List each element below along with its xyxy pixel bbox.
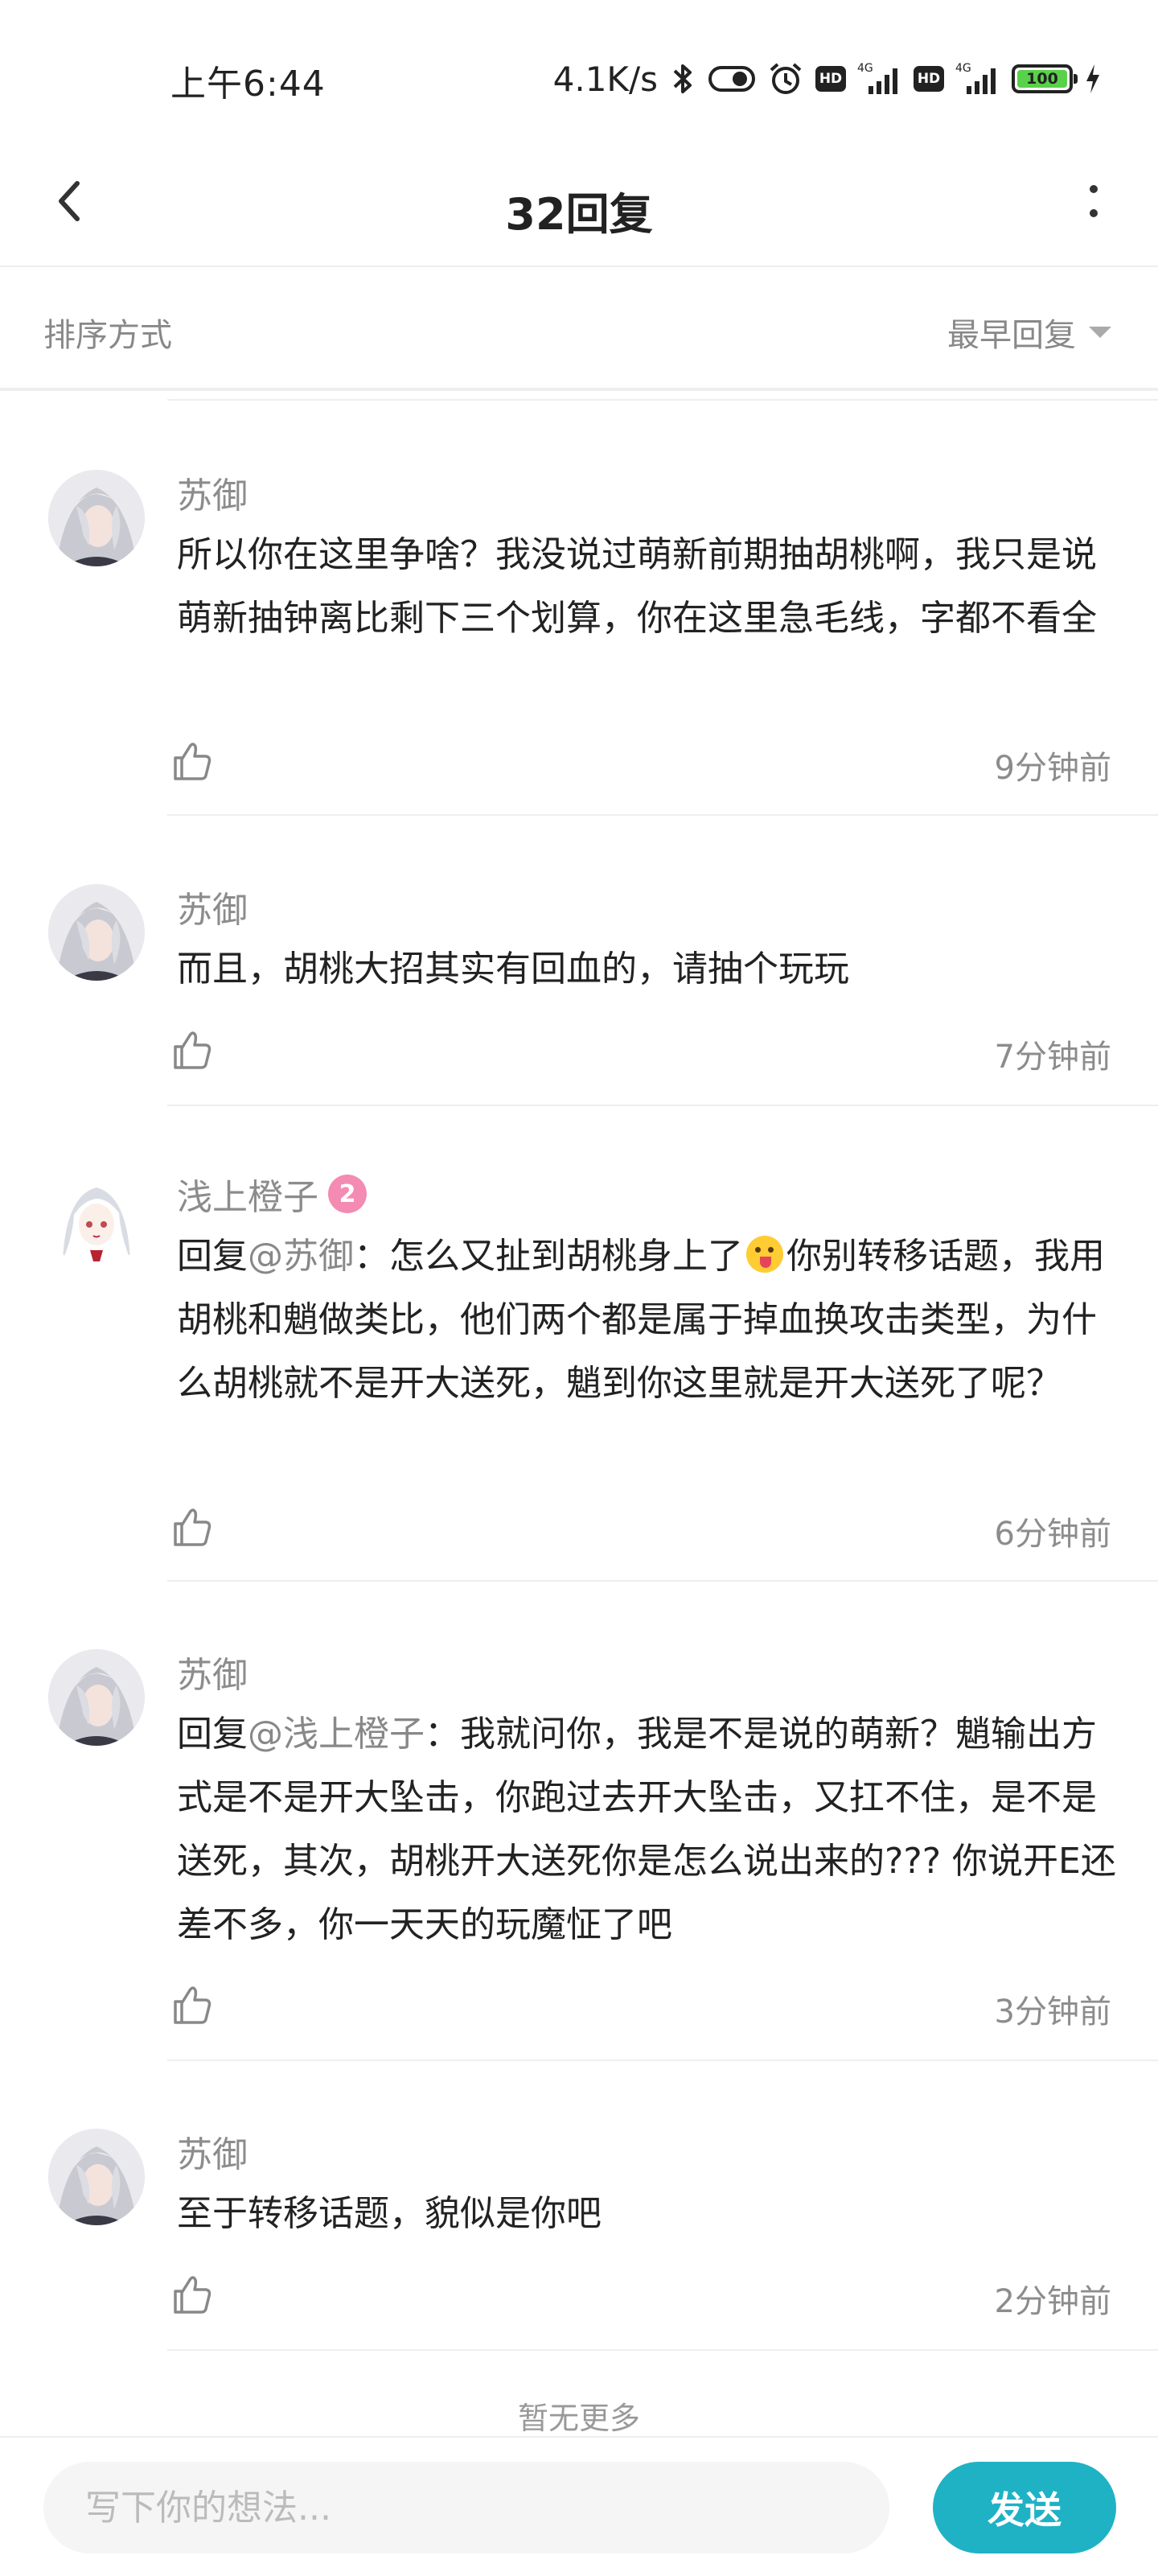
thumbs-up-icon xyxy=(174,743,211,780)
battery-icon: 100 xyxy=(1012,64,1078,93)
alarm-icon xyxy=(767,60,804,97)
status-bar: 上午6:44 4.1K/s HD 4G HD 4G 100 xyxy=(0,0,1158,153)
comment-author[interactable]: 浅上橙子 2 xyxy=(177,1168,367,1220)
reply-input-bar: 发送 xyxy=(0,2436,1158,2576)
avatar[interactable] xyxy=(48,1649,145,1746)
comment-author[interactable]: 苏御 xyxy=(177,1646,248,1697)
comment-text: 至于转移话题，貌似是你吧 xyxy=(177,2193,602,2234)
page-title: 32回复 xyxy=(505,189,653,240)
level-badge: 2 xyxy=(328,1175,367,1213)
comment-time: 3分钟前 xyxy=(994,1994,1111,2031)
author-name[interactable]: 苏御 xyxy=(177,467,248,518)
reply-input[interactable] xyxy=(43,2462,889,2553)
like-button[interactable] xyxy=(169,739,214,784)
divider xyxy=(167,2060,1158,2061)
thumbs-up-icon xyxy=(174,1508,211,1546)
network-speed: 4.1K/s xyxy=(552,59,658,99)
toggle-icon xyxy=(708,63,756,95)
more-vertical-icon xyxy=(1090,185,1098,217)
comment-time: 2分钟前 xyxy=(994,2283,1111,2320)
hd-icon: HD xyxy=(914,66,944,92)
avatar-image xyxy=(48,2129,145,2225)
svg-text:4G: 4G xyxy=(955,62,971,75)
avatar[interactable] xyxy=(48,884,145,981)
sort-label: 排序方式 xyxy=(43,317,172,354)
comment-author[interactable]: 苏御 xyxy=(177,881,248,932)
divider xyxy=(167,399,1158,401)
comment-time: 9分钟前 xyxy=(994,750,1111,787)
divider xyxy=(167,814,1158,816)
divider xyxy=(167,1105,1158,1106)
comment-text: 所以你在这里争啥？我没说过萌新前期抽胡桃啊，我只是说萌新抽钟离比剩下三个划算，你… xyxy=(177,534,1097,639)
sort-value-text: 最早回复 xyxy=(947,317,1076,354)
like-button[interactable] xyxy=(169,1982,214,2027)
sort-dropdown[interactable]: 最早回复 xyxy=(947,309,1111,356)
no-more-label: 暂无更多 xyxy=(517,2401,640,2436)
thumbs-up-icon xyxy=(174,1986,211,2024)
author-name[interactable]: 苏御 xyxy=(177,1646,248,1697)
divider xyxy=(167,2349,1158,2351)
more-button[interactable] xyxy=(1062,169,1126,233)
comment-item: 苏御 而且，胡桃大招其实有回血的，请抽个玩玩 7分钟前 xyxy=(0,873,1158,1106)
like-button[interactable] xyxy=(169,1504,214,1549)
avatar-image xyxy=(48,1171,145,1268)
avatar-image xyxy=(48,470,145,566)
avatar-image xyxy=(48,1649,145,1746)
battery-level: 100 xyxy=(1017,70,1067,88)
author-name[interactable]: 苏御 xyxy=(177,2125,248,2177)
status-time: 上午6:44 xyxy=(170,64,326,105)
signal-4g-icon: 4G xyxy=(857,60,902,97)
title-bar: 32回复 xyxy=(0,137,1158,267)
comment-item: 浅上橙子 2 回复@苏御：怎么又扯到胡桃身上了 你别转移话题，我用胡桃和魈做类比，… xyxy=(0,1160,1158,1586)
comment-text: 回复@浅上橙子：我就问你，我是不是说的萌新？魈输出方式是不是开大坠击，你跑过去开… xyxy=(177,1702,1118,1957)
charging-icon xyxy=(1084,63,1102,95)
avatar[interactable] xyxy=(48,1171,145,1268)
author-name[interactable]: 苏御 xyxy=(177,881,248,932)
divider xyxy=(167,1580,1158,1582)
comment-time: 7分钟前 xyxy=(994,1039,1111,1076)
comment-text-part: ：怎么又扯到胡桃身上了 xyxy=(354,1236,743,1277)
comment-item: 苏御 所以你在这里争啥？我没说过萌新前期抽胡桃啊，我只是说萌新抽钟离比剩下三个划… xyxy=(0,459,1158,817)
avatar-image xyxy=(48,884,145,981)
comment-item: 苏御 回复@浅上橙子：我就问你，我是不是说的萌新？魈输出方式是不是开大坠击，你跑… xyxy=(0,1638,1158,2064)
mention-link[interactable]: @浅上橙子 xyxy=(248,1714,425,1755)
thumbs-up-icon xyxy=(174,2276,211,2314)
like-button[interactable] xyxy=(169,2272,214,2317)
comment-text: 回复@苏御：怎么又扯到胡桃身上了 你别转移话题，我用胡桃和魈做类比，他们两个都是属… xyxy=(177,1224,1118,1415)
comment-time: 6分钟前 xyxy=(994,1516,1111,1553)
sort-bar: 排序方式 最早回复 xyxy=(0,267,1158,391)
like-button[interactable] xyxy=(169,1027,214,1072)
comment-text: 而且，胡桃大招其实有回血的，请抽个玩玩 xyxy=(177,949,849,990)
status-icons: 4.1K/s HD 4G HD 4G 100 xyxy=(553,55,1102,103)
reply-prefix: 回复 xyxy=(177,1236,248,1277)
svg-text:4G: 4G xyxy=(857,62,873,75)
thumbs-up-icon xyxy=(174,1031,211,1069)
avatar[interactable] xyxy=(48,2129,145,2225)
caret-down-icon xyxy=(1089,327,1111,338)
send-button[interactable]: 发送 xyxy=(933,2462,1116,2553)
signal-4g-icon: 4G xyxy=(955,60,1000,97)
avatar[interactable] xyxy=(48,470,145,566)
comment-item: 苏御 至于转移话题，貌似是你吧 2分钟前 xyxy=(0,2117,1158,2351)
hd-icon: HD xyxy=(815,66,846,92)
reply-prefix: 回复 xyxy=(177,1714,248,1755)
comment-author[interactable]: 苏御 xyxy=(177,467,248,518)
bluetooth-icon xyxy=(669,61,696,97)
mention-link[interactable]: @苏御 xyxy=(248,1236,354,1277)
tongue-out-emoji-icon xyxy=(746,1236,783,1273)
comment-author[interactable]: 苏御 xyxy=(177,2125,248,2177)
author-name[interactable]: 浅上橙子 xyxy=(177,1168,318,1220)
